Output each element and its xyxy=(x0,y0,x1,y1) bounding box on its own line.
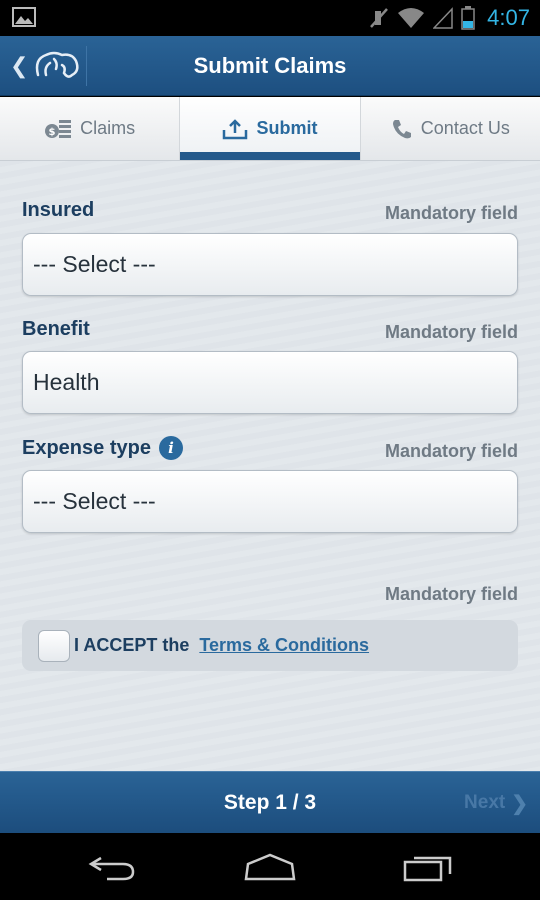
insured-select[interactable]: --- Select --- xyxy=(22,233,518,296)
app-header: ❮ Submit Claims xyxy=(0,36,540,96)
expense-type-label: Expense type i xyxy=(22,436,183,460)
claim-form: Insured Mandatory field --- Select --- B… xyxy=(0,161,540,771)
status-bar: 4:07 xyxy=(0,0,540,36)
nav-recents-button[interactable] xyxy=(378,833,478,900)
tab-contact-us[interactable]: Contact Us xyxy=(361,97,540,160)
wifi-icon xyxy=(398,8,425,28)
gallery-icon xyxy=(12,7,36,27)
chevron-right-icon: ❯ xyxy=(511,792,528,815)
tab-bar: $ Claims Submit Contact Us xyxy=(0,97,540,161)
terms-mandatory-note: Mandatory field xyxy=(384,584,518,604)
system-nav-bar xyxy=(0,833,540,900)
nav-back-button[interactable] xyxy=(62,833,162,900)
signal-icon xyxy=(433,7,453,29)
terms-conditions-link[interactable]: Terms & Conditions xyxy=(199,635,369,656)
tab-claims[interactable]: $ Claims xyxy=(0,97,181,160)
terms-accept-row: I ACCEPT the Terms & Conditions xyxy=(22,620,518,671)
home-icon xyxy=(244,853,296,880)
insured-label-text: Insured xyxy=(22,199,95,221)
tab-contact-us-label: Contact Us xyxy=(420,118,510,138)
tab-submit[interactable]: Submit xyxy=(180,97,361,160)
benefit-label-text: Benefit xyxy=(22,318,90,340)
next-button-label: Next xyxy=(464,792,506,813)
recents-icon xyxy=(403,856,452,881)
expense-type-label-text: Expense type xyxy=(22,436,151,459)
coins-icon: $ xyxy=(45,119,72,138)
battery-icon xyxy=(461,6,475,30)
benefit-mandatory-note: Mandatory field xyxy=(384,322,518,342)
benefit-field[interactable]: Health xyxy=(22,351,518,414)
svg-text:$: $ xyxy=(49,127,56,138)
phone-icon xyxy=(392,119,411,138)
mute-icon xyxy=(370,8,389,28)
terms-checkbox[interactable] xyxy=(38,629,70,662)
chevron-left-icon: ❮ xyxy=(10,53,29,79)
nav-home-button[interactable] xyxy=(220,833,320,900)
insured-mandatory-note: Mandatory field xyxy=(384,203,518,223)
expense-type-mandatory-note: Mandatory field xyxy=(384,441,518,461)
insured-label: Insured xyxy=(22,199,94,222)
expense-type-select[interactable]: --- Select --- xyxy=(22,470,518,533)
step-indicator: Step 1 / 3 xyxy=(223,791,317,814)
tab-submit-label: Submit xyxy=(256,118,318,138)
upload-icon xyxy=(223,118,248,139)
step-footer: Step 1 / 3 Next ❯ xyxy=(0,771,540,833)
elephant-logo-icon xyxy=(36,51,79,78)
tab-claims-label: Claims xyxy=(80,118,136,138)
back-arrow-icon xyxy=(88,856,135,880)
benefit-label: Benefit xyxy=(22,318,90,341)
terms-accept-text: I ACCEPT the xyxy=(74,635,190,655)
back-button[interactable]: ❮ xyxy=(0,36,86,96)
next-button[interactable]: Next ❯ xyxy=(464,772,528,834)
header-divider xyxy=(86,46,87,86)
status-clock: 4:07 xyxy=(487,5,530,30)
info-icon[interactable]: i xyxy=(158,436,183,460)
